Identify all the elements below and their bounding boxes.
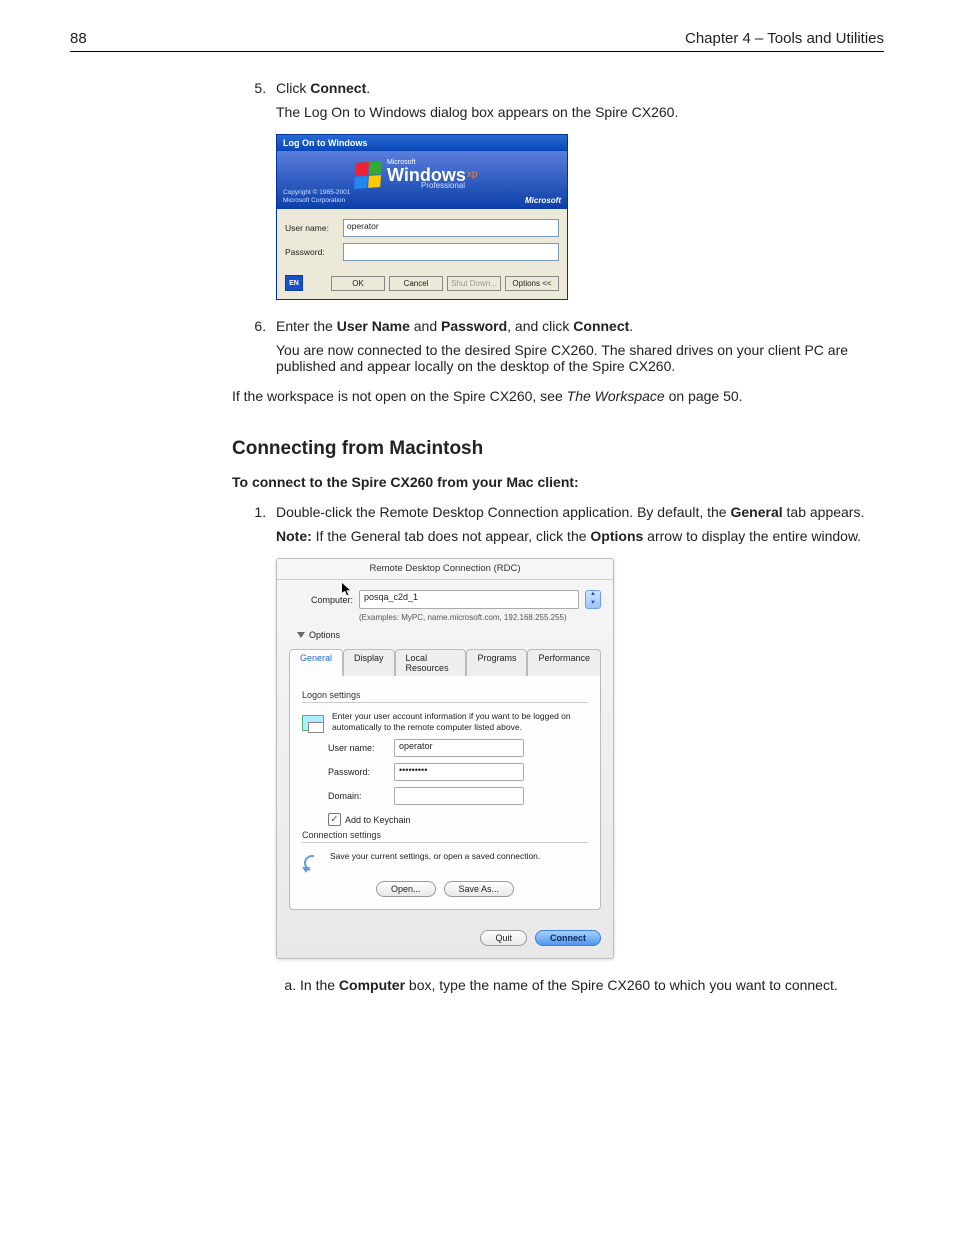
computer-label: Computer:	[289, 595, 353, 605]
step-5-desc: The Log On to Windows dialog box appears…	[276, 104, 884, 120]
chapter-title: Chapter 4 – Tools and Utilities	[685, 30, 884, 47]
cancel-button[interactable]: Cancel	[389, 276, 443, 291]
tab-general[interactable]: General	[289, 649, 343, 676]
keychain-label: Add to Keychain	[345, 815, 411, 825]
step-5: Click Connect. The Log On to Windows dia…	[270, 80, 884, 300]
mac-step-1: Double-click the Remote Desktop Connecti…	[270, 504, 884, 993]
mac-domain-input[interactable]	[394, 787, 524, 805]
windows-flag-icon	[354, 161, 382, 189]
computer-stepper[interactable]: ▲▼	[585, 590, 601, 609]
microsoft-brand: Microsoft	[525, 196, 561, 205]
mac-step-1-text: Double-click the Remote Desktop Connecti…	[276, 504, 864, 520]
mac-username-label: User name:	[328, 743, 394, 753]
copyright-text: Copyright © 1985-2001 Microsoft Corporat…	[283, 189, 350, 205]
tab-programs[interactable]: Programs	[466, 649, 527, 676]
language-indicator[interactable]: EN	[285, 275, 303, 291]
quit-button[interactable]: Quit	[480, 930, 527, 946]
tab-bar: General Display Local Resources Programs…	[289, 648, 601, 676]
windows-logo: Microsoft Windowsxp Professional	[355, 159, 477, 190]
page-number: 88	[70, 30, 87, 47]
step-5-text: Click Connect.	[276, 80, 370, 96]
computer-input[interactable]: posqa_c2d_1	[359, 590, 579, 609]
rdc-dialog: Remote Desktop Connection (RDC) Computer…	[276, 558, 614, 959]
logon-settings-label: Logon settings	[302, 690, 588, 700]
tab-performance[interactable]: Performance	[527, 649, 601, 676]
password-input[interactable]	[343, 243, 559, 261]
open-button[interactable]: Open...	[376, 881, 436, 897]
save-as-button[interactable]: Save As...	[444, 881, 515, 897]
keychain-checkbox[interactable]: ✓	[328, 813, 341, 826]
procedure-lead: To connect to the Spire CX260 from your …	[232, 474, 884, 490]
dialog-title: Log On to Windows	[277, 135, 567, 151]
password-label: Password:	[285, 247, 337, 257]
section-heading: Connecting from Macintosh	[232, 438, 884, 460]
shutdown-button: Shut Down...	[447, 276, 501, 291]
step-6-text: Enter the User Name and Password, and cl…	[276, 318, 633, 334]
username-label: User name:	[285, 223, 337, 233]
rdc-title: Remote Desktop Connection (RDC)	[277, 559, 613, 580]
logon-help-text: Enter your user account information if y…	[332, 711, 588, 733]
connection-icon	[302, 853, 322, 873]
options-button[interactable]: Options <<	[505, 276, 559, 291]
step-6-desc: You are now connected to the desired Spi…	[276, 342, 884, 374]
connection-help-text: Save your current settings, or open a sa…	[330, 851, 540, 873]
sub-step-a: In the Computer box, type the name of th…	[300, 977, 884, 993]
ok-button[interactable]: OK	[331, 276, 385, 291]
connection-settings-label: Connection settings	[302, 830, 588, 840]
step-6: Enter the User Name and Password, and cl…	[270, 318, 884, 374]
connect-button[interactable]: Connect	[535, 930, 601, 946]
divider	[302, 842, 588, 843]
tab-display[interactable]: Display	[343, 649, 395, 676]
mac-password-label: Password:	[328, 767, 394, 777]
mac-username-input[interactable]: operator	[394, 739, 524, 757]
mac-password-input[interactable]: •••••••••	[394, 763, 524, 781]
logon-windows-dialog: Log On to Windows Microsoft Windowsxp Pr…	[276, 134, 568, 300]
disclosure-triangle-icon	[297, 632, 305, 638]
logon-icon	[302, 713, 324, 733]
username-input[interactable]: operator	[343, 219, 559, 237]
mac-domain-label: Domain:	[328, 791, 394, 801]
divider	[302, 702, 588, 703]
workspace-note: If the workspace is not open on the Spir…	[232, 388, 884, 404]
general-panel: Logon settings Enter your user account i…	[289, 676, 601, 910]
dialog-banner: Microsoft Windowsxp Professional Copyrig…	[277, 151, 567, 209]
mac-step-1-note: Note: If the General tab does not appear…	[276, 528, 884, 544]
computer-hint: (Examples: MyPC, name.microsoft.com, 192…	[359, 613, 601, 622]
options-disclosure[interactable]: Options	[297, 630, 601, 640]
tab-local-resources[interactable]: Local Resources	[395, 649, 467, 676]
